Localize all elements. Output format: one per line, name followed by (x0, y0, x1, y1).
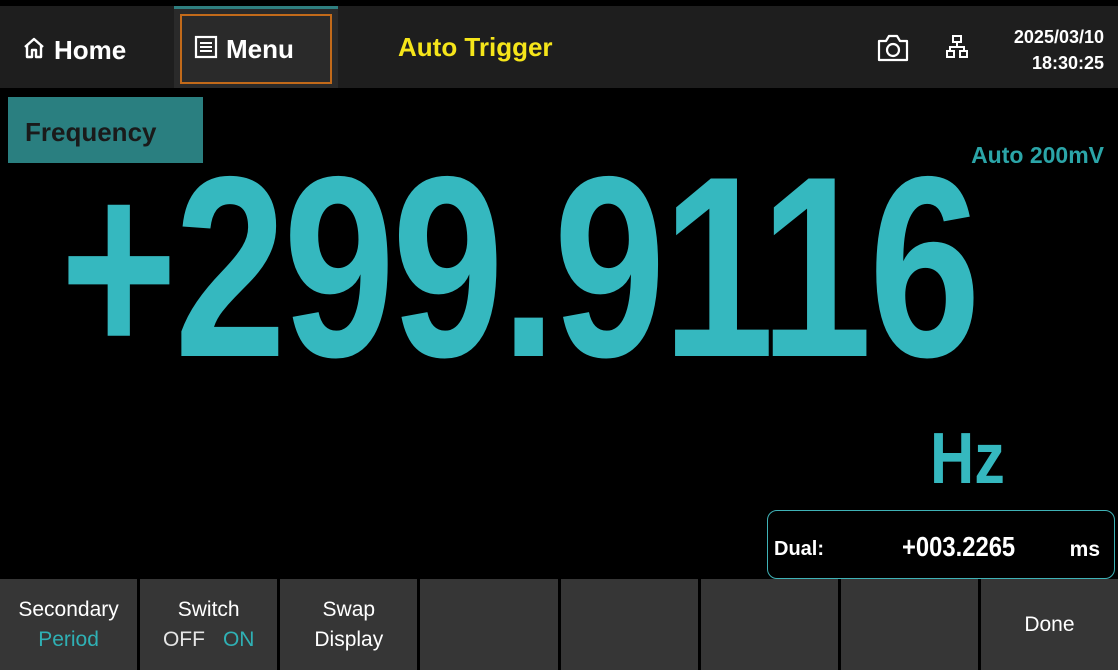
secondary-title: Secondary (18, 597, 119, 621)
datetime: 2025/03/10 18:30:25 (1014, 24, 1104, 76)
switch-state: OFF ON (163, 625, 255, 655)
dual-value: +003.2265 (902, 531, 1016, 562)
camera-icon[interactable] (876, 33, 910, 68)
done-label: Done (1024, 612, 1075, 636)
menu-label: Menu (226, 33, 294, 64)
swap-line2: Display (314, 627, 384, 651)
time-text: 18:30:25 (1031, 53, 1104, 73)
softkey-empty-5[interactable] (560, 579, 698, 670)
dual-label: Dual: (774, 538, 824, 560)
secondary-value: Period (38, 627, 99, 651)
menu-list-icon (194, 35, 218, 64)
swap-line1: Swap (322, 597, 376, 621)
dual-readout: Dual: +003.2265 ms (767, 510, 1115, 579)
main-reading: +299.9116 (60, 122, 981, 411)
softkey-empty-6[interactable] (700, 579, 838, 670)
softkey-done[interactable]: Done (980, 579, 1118, 670)
softkey-switch[interactable]: Switch OFF ON (140, 579, 278, 670)
network-icon (946, 35, 968, 64)
switch-title: Switch (177, 597, 240, 621)
home-label: Home (54, 34, 127, 65)
home-icon (22, 36, 46, 65)
switch-off: OFF (162, 627, 205, 651)
top-bar: Home Menu Auto Trigger 2025/03/10 18:30:… (0, 0, 1118, 88)
home-button[interactable]: Home (10, 12, 168, 88)
date-text: 2025/03/10 (1013, 27, 1104, 47)
trigger-mode: Auto Trigger (398, 32, 553, 62)
switch-on: ON (222, 627, 255, 651)
softkey-empty-7[interactable] (840, 579, 978, 670)
range-label: Auto 200mV (971, 142, 1104, 168)
softkey-secondary[interactable]: Secondary Period (0, 579, 138, 670)
softkey-swap-display[interactable]: Swap Display (280, 579, 418, 670)
softkey-bar: Secondary Period Switch OFF ON Swap Displ… (0, 579, 1118, 670)
reading-unit: Hz (930, 419, 1005, 499)
softkey-empty-4[interactable] (420, 579, 558, 670)
dual-unit: ms (1069, 538, 1100, 561)
menu-button[interactable]: Menu (180, 14, 332, 84)
